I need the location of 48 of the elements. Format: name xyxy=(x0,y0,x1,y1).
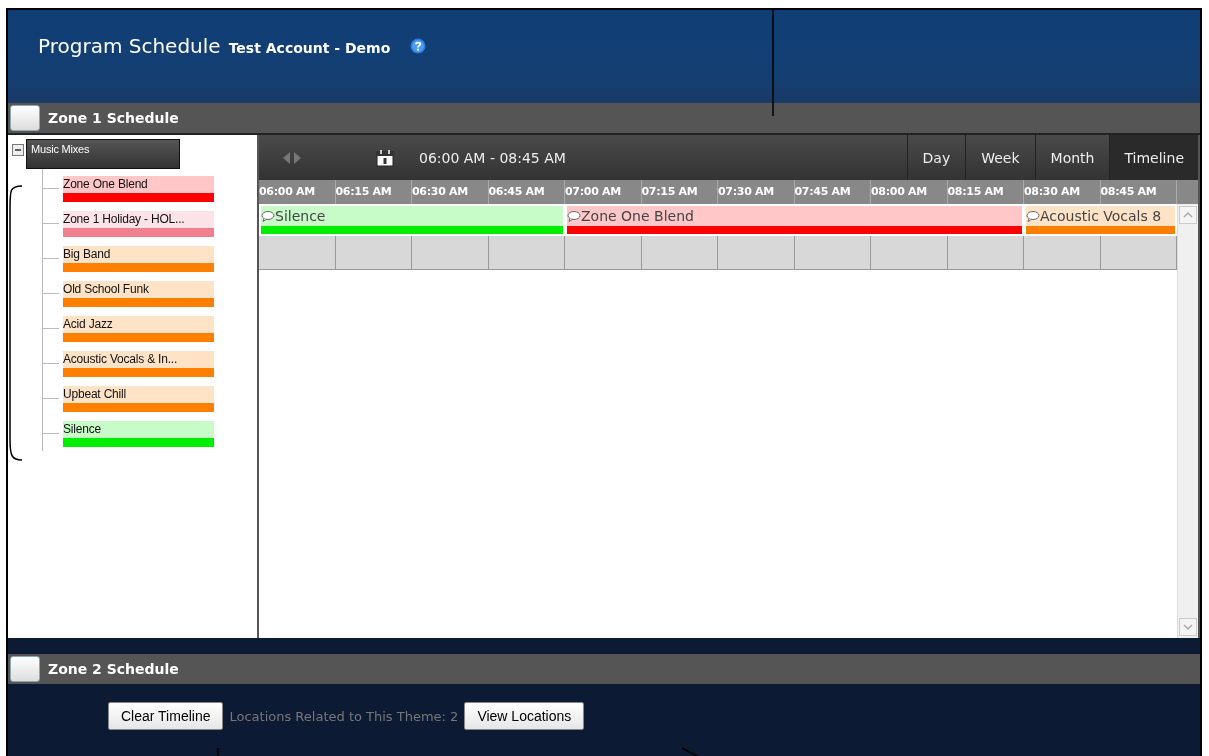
time-column-header: 08:15 AM xyxy=(947,180,1024,204)
time-column-header: 06:00 AM xyxy=(259,180,336,204)
time-column-header: 08:30 AM xyxy=(1024,180,1101,204)
time-column-header: 06:45 AM xyxy=(488,180,565,204)
scrollbar[interactable] xyxy=(1177,204,1198,638)
time-slot-cell[interactable] xyxy=(641,236,718,270)
time-slot-cell[interactable] xyxy=(718,236,795,270)
time-slot-cell[interactable] xyxy=(1100,236,1177,270)
time-column-header: 07:45 AM xyxy=(794,180,871,204)
locations-count: Locations Related to This Theme: 2 xyxy=(229,708,459,724)
time-slot-cell[interactable] xyxy=(335,236,412,270)
time-slot-cell[interactable] xyxy=(871,236,948,270)
view-tab[interactable]: Timeline xyxy=(1109,135,1198,180)
time-column-header: 07:00 AM xyxy=(565,180,642,204)
time-column-header: 07:15 AM xyxy=(641,180,718,204)
block-label: Zone One Blend xyxy=(581,208,694,224)
zone-toggle-button[interactable] xyxy=(10,656,40,682)
speech-bubble-icon xyxy=(1026,210,1040,222)
time-slot-cell[interactable] xyxy=(565,236,642,270)
date-range: 06:00 AM - 08:45 AM xyxy=(419,149,567,166)
clear-timeline-button[interactable]: Clear Timeline xyxy=(108,702,224,730)
time-column-header: 06:15 AM xyxy=(335,180,412,204)
time-slot-cell[interactable] xyxy=(488,236,565,270)
block-label: Acoustic Vocals 8 xyxy=(1040,208,1162,224)
time-column-header: 08:45 AM xyxy=(1100,180,1177,204)
scroll-up-icon[interactable] xyxy=(1179,206,1197,224)
account-name: Test Account - Demo xyxy=(228,39,391,58)
collapse-icon[interactable] xyxy=(12,144,24,156)
tree-root-label[interactable]: Music Mixes xyxy=(26,139,180,169)
time-slot-cell[interactable] xyxy=(947,236,1024,270)
time-slot-cell[interactable] xyxy=(1024,236,1101,270)
scroll-down-icon[interactable] xyxy=(1179,618,1197,636)
block-label: Silence xyxy=(275,208,326,224)
speech-bubble-icon xyxy=(567,210,581,222)
page-title: Program Schedule xyxy=(38,33,221,60)
view-locations-button[interactable]: View Locations xyxy=(464,702,585,730)
time-column-header: 08:00 AM xyxy=(871,180,948,204)
time-column-header: 07:30 AM xyxy=(718,180,795,204)
zone-title: Zone 1 Schedule xyxy=(48,110,179,126)
time-slot-cell[interactable] xyxy=(794,236,871,270)
zone-title: Zone 2 Schedule xyxy=(48,661,179,677)
zone-toggle-button[interactable] xyxy=(10,105,40,131)
time-slot-cell[interactable] xyxy=(412,236,489,270)
speech-bubble-icon xyxy=(261,210,275,222)
time-column-header: 06:30 AM xyxy=(412,180,489,204)
time-slot-cell[interactable] xyxy=(259,236,336,270)
help-icon[interactable] xyxy=(410,38,427,54)
calendar-icon[interactable] xyxy=(375,147,395,168)
